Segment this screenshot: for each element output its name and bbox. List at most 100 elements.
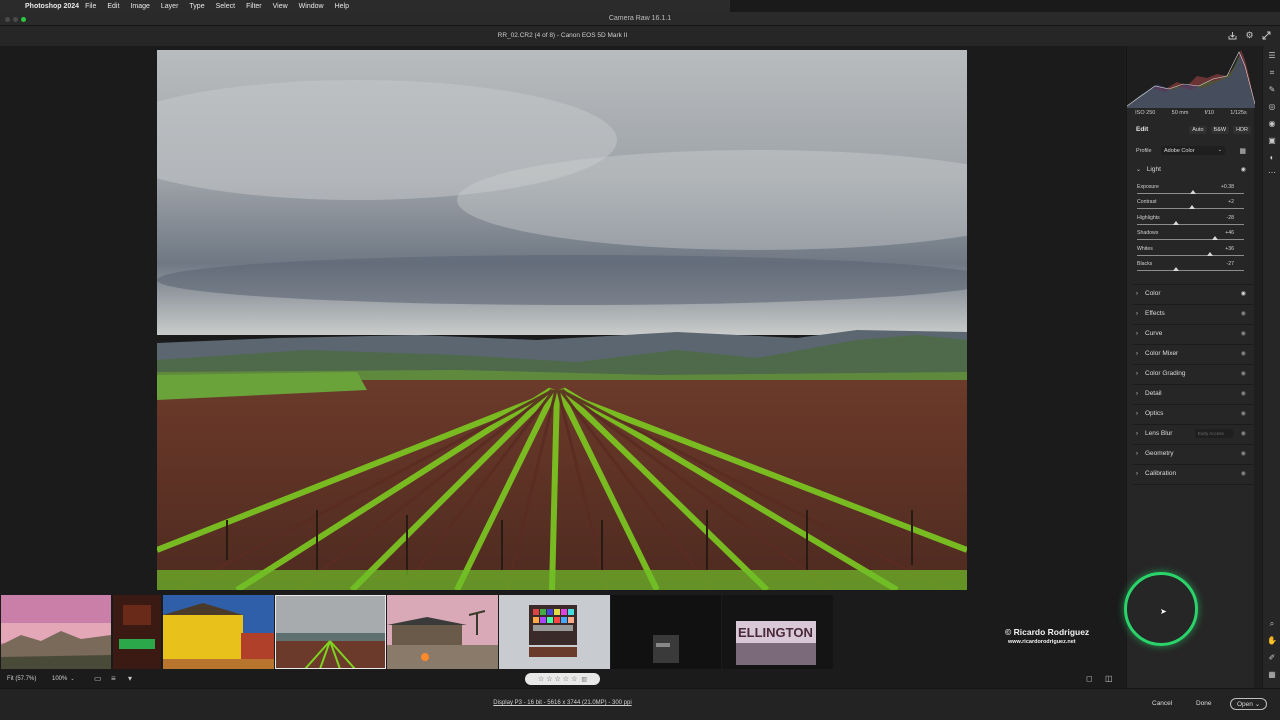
bw-button[interactable]: B&W bbox=[1210, 126, 1230, 134]
slider-track[interactable] bbox=[1137, 255, 1244, 256]
section-effects[interactable]: › Effects ◉ bbox=[1136, 310, 1251, 322]
filmstrip-view-icon[interactable]: ▭ bbox=[94, 674, 102, 683]
section-lens-blur[interactable]: › Lens Blur Early Access ◉ bbox=[1136, 429, 1251, 442]
star-icon[interactable]: ☆ bbox=[563, 675, 569, 683]
eye-icon[interactable]: ◉ bbox=[1241, 290, 1246, 297]
slider-thumb[interactable] bbox=[1173, 267, 1180, 271]
hand-tool-icon[interactable]: ✋ bbox=[1266, 635, 1278, 647]
eye-icon[interactable]: ◉ bbox=[1241, 370, 1246, 377]
menu-help[interactable]: Help bbox=[335, 3, 349, 10]
section-geometry[interactable]: › Geometry ◉ bbox=[1136, 450, 1251, 462]
menu-filter[interactable]: Filter bbox=[246, 3, 262, 10]
eye-icon[interactable]: ◉ bbox=[1241, 390, 1246, 397]
main-photo-vineyard[interactable] bbox=[157, 50, 967, 590]
section-detail[interactable]: › Detail ◉ bbox=[1136, 390, 1251, 402]
white-balance-tool-icon[interactable]: ✐ bbox=[1266, 652, 1278, 664]
zoom-tool-icon[interactable]: ⌕ bbox=[1266, 618, 1278, 630]
eye-icon[interactable]: ◉ bbox=[1241, 330, 1246, 337]
slider-value[interactable]: +2 bbox=[1228, 199, 1234, 205]
section-light[interactable]: ⌄ Light ◉ bbox=[1136, 166, 1251, 178]
save-image-icon[interactable] bbox=[1227, 30, 1238, 41]
healing-brush-icon[interactable]: ✎ bbox=[1266, 84, 1278, 96]
slider-track[interactable] bbox=[1137, 239, 1244, 240]
fit-zoom-button[interactable]: Fit (57.7%) bbox=[7, 676, 36, 682]
sort-icon[interactable]: ≡ bbox=[111, 674, 116, 683]
slider-track[interactable] bbox=[1137, 270, 1244, 271]
slider-blacks[interactable]: Blacks -27 bbox=[1137, 261, 1245, 276]
slider-track[interactable] bbox=[1137, 224, 1244, 225]
masking-icon[interactable]: ◎ bbox=[1266, 101, 1278, 113]
eye-icon[interactable]: ◉ bbox=[1241, 470, 1246, 477]
slider-value[interactable]: +36 bbox=[1225, 246, 1234, 252]
section-curve[interactable]: › Curve ◉ bbox=[1136, 330, 1251, 342]
slider-value[interactable]: -27 bbox=[1227, 261, 1235, 267]
star-rating[interactable]: ☆ ☆ ☆ ☆ ☆ ▥ bbox=[525, 673, 600, 685]
slider-thumb[interactable] bbox=[1188, 205, 1195, 209]
menu-select[interactable]: Select bbox=[216, 3, 235, 10]
section-color-mixer[interactable]: › Color Mixer ◉ bbox=[1136, 350, 1251, 362]
toggle-grid-icon[interactable]: ▦ bbox=[1266, 669, 1278, 681]
eye-icon[interactable]: ◉ bbox=[1241, 430, 1246, 437]
presets-icon[interactable]: ◐ bbox=[1266, 152, 1278, 164]
slider-highlights[interactable]: Highlights -28 bbox=[1137, 215, 1245, 230]
slider-thumb[interactable] bbox=[1212, 236, 1219, 240]
open-button[interactable]: Open ⌄ bbox=[1230, 698, 1268, 710]
slider-thumb[interactable] bbox=[1172, 221, 1179, 225]
snapshots-icon[interactable]: ▣ bbox=[1266, 135, 1278, 147]
cancel-button[interactable]: Cancel bbox=[1146, 698, 1178, 710]
filmstrip-thumbnail[interactable] bbox=[611, 595, 721, 669]
section-calibration[interactable]: › Calibration ◉ bbox=[1136, 470, 1251, 482]
profile-select[interactable]: Adobe Color ⌄ bbox=[1161, 146, 1225, 155]
hdr-button[interactable]: HDR bbox=[1233, 126, 1251, 134]
menu-layer[interactable]: Layer bbox=[161, 3, 179, 10]
zoom-level-select[interactable]: 100% ⌄ bbox=[52, 676, 75, 682]
menu-app-name[interactable]: Photoshop 2024 bbox=[25, 3, 79, 10]
slider-contrast[interactable]: Contrast +2 bbox=[1137, 199, 1245, 214]
slider-shadows[interactable]: Shadows +46 bbox=[1137, 230, 1245, 245]
slider-thumb[interactable] bbox=[1206, 252, 1213, 256]
filmstrip-thumbnail[interactable] bbox=[387, 595, 498, 669]
red-eye-icon[interactable]: ◉ bbox=[1266, 118, 1278, 130]
star-icon[interactable]: ☆ bbox=[538, 675, 544, 683]
section-color[interactable]: › Color ◉ bbox=[1136, 290, 1251, 302]
filmstrip-thumbnail[interactable] bbox=[1, 595, 111, 669]
slider-exposure[interactable]: Exposure +0.38 bbox=[1137, 184, 1245, 199]
filter-icon[interactable]: ▾ bbox=[128, 674, 132, 683]
star-icon[interactable]: ☆ bbox=[571, 675, 577, 683]
section-color-grading[interactable]: › Color Grading ◉ bbox=[1136, 370, 1251, 382]
workflow-options-link[interactable]: Display P3 - 16 bit - 5616 x 3744 (21.0M… bbox=[0, 700, 1125, 706]
menu-file[interactable]: File bbox=[85, 3, 96, 10]
eye-icon[interactable]: ◉ bbox=[1241, 310, 1246, 317]
menu-image[interactable]: Image bbox=[130, 3, 149, 10]
star-icon[interactable]: ☆ bbox=[555, 675, 561, 683]
fullscreen-icon[interactable] bbox=[1261, 30, 1272, 41]
slider-value[interactable]: +0.38 bbox=[1221, 184, 1234, 190]
crop-icon[interactable]: ⌗ bbox=[1266, 67, 1278, 79]
before-after-icon[interactable]: ◫ bbox=[1105, 674, 1113, 683]
more-options-icon[interactable]: ⋯ bbox=[1266, 167, 1278, 179]
menu-window[interactable]: Window bbox=[299, 3, 324, 10]
menu-view[interactable]: View bbox=[273, 3, 288, 10]
menu-type[interactable]: Type bbox=[189, 3, 204, 10]
slider-thumb[interactable] bbox=[1189, 190, 1196, 194]
eye-icon[interactable]: ◉ bbox=[1241, 450, 1246, 457]
slider-value[interactable]: -28 bbox=[1227, 215, 1235, 221]
section-optics[interactable]: › Optics ◉ bbox=[1136, 410, 1251, 422]
settings-gear-icon[interactable]: ⚙ bbox=[1244, 30, 1255, 41]
star-icon[interactable]: ☆ bbox=[546, 675, 552, 683]
edit-sliders-icon[interactable]: ☰ bbox=[1266, 50, 1278, 62]
filmstrip-thumbnail-selected[interactable] bbox=[275, 595, 386, 669]
trash-icon[interactable]: ▥ bbox=[581, 676, 587, 683]
menu-edit[interactable]: Edit bbox=[107, 3, 119, 10]
eye-icon[interactable]: ◉ bbox=[1241, 410, 1246, 417]
done-button[interactable]: Done bbox=[1190, 698, 1218, 710]
filmstrip-thumbnail[interactable] bbox=[163, 595, 274, 669]
eye-icon[interactable]: ◉ bbox=[1241, 350, 1246, 357]
slider-whites[interactable]: Whites +36 bbox=[1137, 246, 1245, 261]
profile-browser-icon[interactable]: ▦ bbox=[1239, 147, 1246, 155]
single-view-icon[interactable]: ◻ bbox=[1086, 674, 1093, 683]
eye-icon[interactable]: ◉ bbox=[1241, 166, 1246, 173]
filmstrip-thumbnail[interactable]: ELLINGTON bbox=[722, 595, 833, 669]
filmstrip-thumbnail[interactable] bbox=[499, 595, 610, 669]
filmstrip-thumbnail[interactable] bbox=[113, 595, 161, 669]
